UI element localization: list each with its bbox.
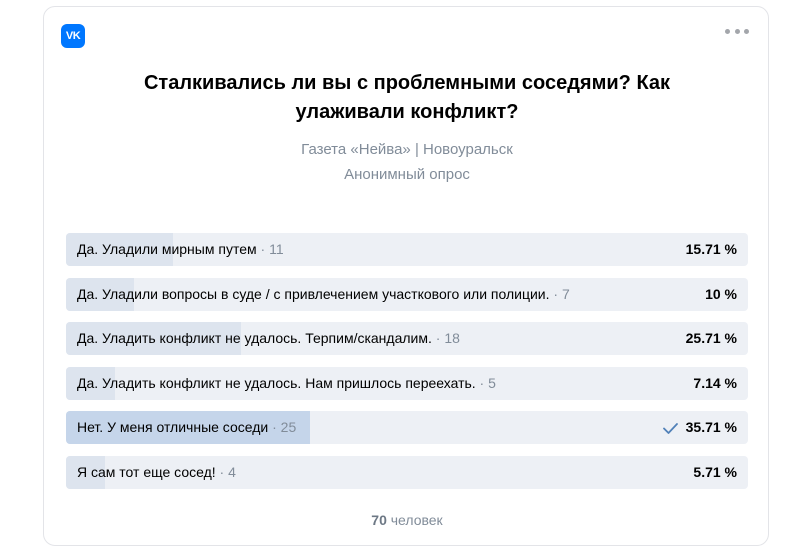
more-horizontal-icon[interactable] [725,23,749,39]
poll-type: Анонимный опрос [344,166,470,183]
poll-option-percent: 25.71 % [685,330,737,346]
poll-option-separator: · [268,419,281,435]
poll-option-label: Да. Уладить конфликт не удалось. Терпим/… [77,330,432,346]
poll-option[interactable]: Да. Уладить конфликт не удалось. Нам при… [66,366,748,400]
poll-option-separator: · [549,285,562,302]
poll-option-label: Да. Уладить конфликт не удалось. Нам при… [77,374,476,391]
poll-option[interactable]: Нет. У меня отличные соседи · 25 35.71 % [66,411,748,444]
poll-option-percent: 7.14 % [693,374,737,391]
poll-title: Сталкивались ли вы с проблемными соседям… [143,72,671,123]
poll-option-votes: 18 [444,330,460,346]
poll-option-text: Да. Уладили вопросы в суде / с привлечен… [77,278,570,311]
vk-logo-icon[interactable]: VK [61,24,85,48]
total-count: 70 [371,512,387,528]
poll-option-separator: · [431,330,445,346]
poll-option-text: Да. Уладили мирным путем · 11 [77,233,284,266]
poll-option-votes: 11 [269,241,284,257]
total-label: человек [390,512,443,528]
poll-card: VK Сталкивались ли вы с проблемными сосе… [43,6,769,546]
poll-option-text: Я сам тот еще сосед! · 4 [77,456,236,489]
poll-option-percent: 35.71 % [685,419,737,435]
poll-option-text: Да. Уладить конфликт не удалось. Терпим/… [77,322,460,355]
poll-options: Да. Уладили мирным путем · 11 15.71 % Да. … [66,233,748,500]
poll-option-percent: 10 % [705,285,737,302]
poll-option-separator: · [215,463,229,480]
poll-option-votes: 7 [561,285,570,302]
poll-option[interactable]: Да. Уладить конфликт не удалось. Терпим/… [66,322,748,355]
poll-option-separator: · [475,374,489,391]
poll-option[interactable]: Да. Уладили вопросы в суде / с привлечен… [66,277,748,311]
poll-option-label: Да. Уладили вопросы в суде / с привлечен… [77,285,550,302]
poll-source[interactable]: Газета «Нейва» | Новоуральск [44,141,770,158]
poll-option-votes: 4 [228,463,236,480]
checkmark-icon [663,411,678,444]
poll-option[interactable]: Я сам тот еще сосед! · 4 5.71 % [66,455,748,489]
poll-option-votes: 25 [280,419,297,435]
poll-option-text: Нет. У меня отличные соседи · 25 [77,411,296,444]
poll-option-percent: 5.71 % [693,463,737,480]
poll-option-percent: 15.71 % [685,241,737,257]
poll-option-votes: 5 [488,374,496,391]
poll-total[interactable]: 70 человек [44,512,770,528]
poll-option-label: Да. Уладили мирным путем [77,241,257,257]
poll-option-text: Да. Уладить конфликт не удалось. Нам при… [77,367,496,400]
poll-option-separator: · [256,241,270,257]
poll-option[interactable]: Да. Уладили мирным путем · 11 15.71 % [66,233,748,266]
poll-option-label: Нет. У меня отличные соседи [77,419,269,435]
poll-option-label: Я сам тот еще сосед! [77,463,216,480]
